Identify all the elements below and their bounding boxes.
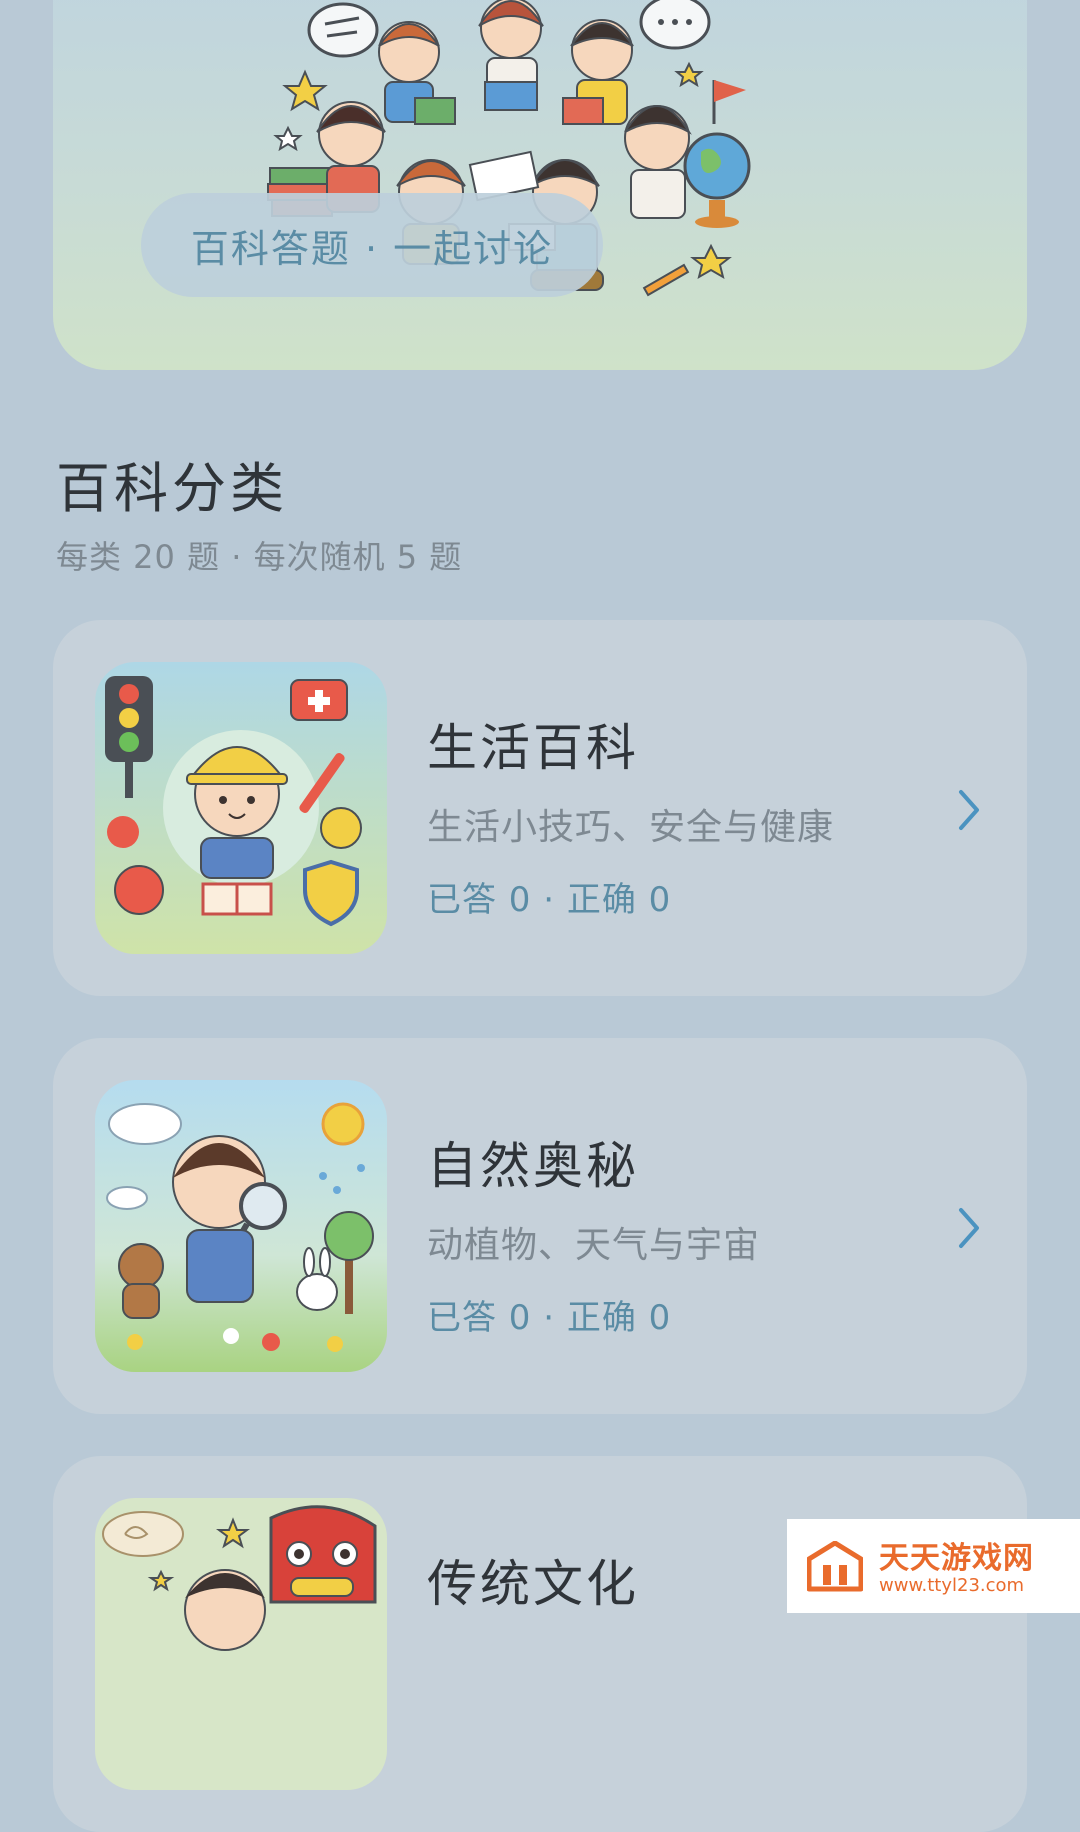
chevron-right-icon [959, 1208, 979, 1248]
category-card-life[interactable]: 生活百科 生活小技巧、安全与健康 已答 0 · 正确 0 [53, 620, 1027, 996]
section-title: 百科分类 [56, 457, 288, 520]
category-card-culture[interactable]: 传统文化 [53, 1456, 1027, 1832]
category-name: 传统文化 [427, 1555, 639, 1613]
nature-explorer-illustration [95, 1080, 387, 1372]
hero-banner[interactable]: 百科答题 · 一起讨论 [53, 0, 1027, 370]
category-stats: 已答 0 · 正确 0 [427, 880, 672, 920]
reading-kids-illustration [267, 0, 751, 297]
chevron-right-icon [959, 790, 979, 830]
watermark-url: www.ttyl23.com [879, 1575, 1025, 1596]
category-name: 生活百科 [427, 719, 639, 777]
watermark-name: 天天游戏网 [879, 1541, 1034, 1576]
category-description: 动植物、天气与宇宙 [427, 1225, 761, 1266]
lion-dance-illustration [95, 1498, 387, 1790]
category-card-nature[interactable]: 自然奥秘 动植物、天气与宇宙 已答 0 · 正确 0 [53, 1038, 1027, 1414]
house-logo-icon [807, 1541, 863, 1592]
category-stats: 已答 0 · 正确 0 [427, 1298, 672, 1338]
hero-tagline: 百科答题 · 一起讨论 [141, 193, 603, 297]
safety-kid-illustration [95, 662, 387, 954]
section-subtitle: 每类 20 题 · 每次随机 5 题 [56, 538, 463, 576]
site-watermark: 天天游戏网 www.ttyl23.com [787, 1519, 1080, 1613]
category-name: 自然奥秘 [427, 1137, 639, 1195]
category-description: 生活小技巧、安全与健康 [427, 807, 835, 848]
